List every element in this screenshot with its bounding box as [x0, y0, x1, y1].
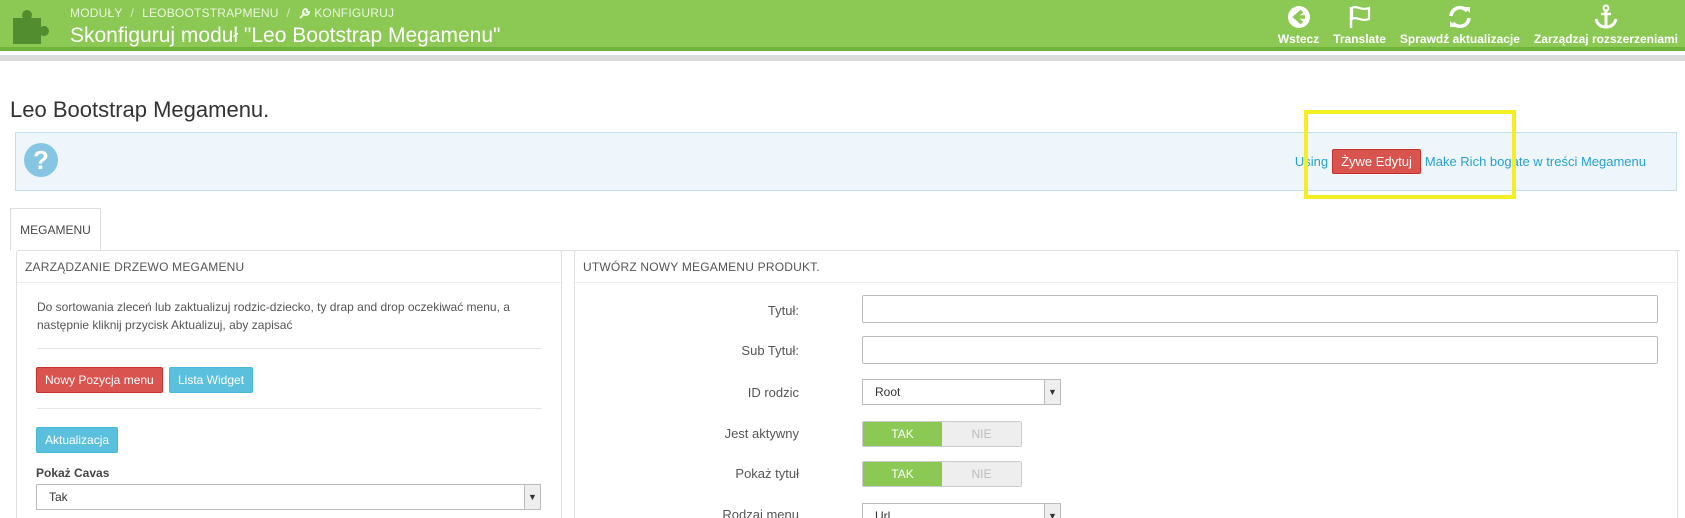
translate-button[interactable]: Translate: [1326, 4, 1393, 48]
active-label: Jest aktywny: [724, 426, 799, 441]
question-icon: ?: [24, 143, 58, 177]
toggle-no[interactable]: NIE: [942, 422, 1021, 446]
show-canvas-select[interactable]: Tak ▼: [36, 484, 541, 510]
back-arrow-icon: [1287, 6, 1310, 28]
breadcrumb-separator: /: [130, 6, 135, 20]
show-canvas-label: Pokaż Cavas: [36, 466, 110, 480]
panel-title: UTWÓRZ NOWY MEGAMENU PRODUKT.: [575, 251, 1677, 283]
module-heading: Leo Bootstrap Megamenu.: [10, 97, 270, 122]
puzzle-icon: [13, 10, 49, 44]
toolbar: Wstecz Translate Sprawdź aktualizacje Za…: [1271, 4, 1685, 48]
update-button[interactable]: Aktualizacja: [36, 427, 119, 453]
highlight-box: [1304, 110, 1516, 199]
back-button[interactable]: Wstecz: [1271, 4, 1326, 48]
page-header: MODUŁY / LEOBOOTSTRAPMENU / KONFIGURUJ S…: [0, 0, 1685, 51]
chevron-down-icon: ▼: [1044, 504, 1060, 518]
manage-extensions-button[interactable]: Zarządzaj rozszerzeniami: [1527, 4, 1685, 48]
divider: [37, 348, 542, 349]
menu-type-label: Rodzaj menu: [722, 507, 799, 518]
parent-id-label: ID rodzic: [747, 385, 799, 400]
megamenu-tree-panel: ZARZĄDZANIE DRZEWO MEGAMENU Do sortowani…: [16, 250, 562, 518]
panel-title: ZARZĄDZANIE DRZEWO MEGAMENU: [17, 251, 561, 283]
parent-id-select[interactable]: Root ▼: [862, 379, 1061, 405]
breadcrumb-configure[interactable]: KONFIGURUJ: [298, 6, 394, 20]
menu-type-select[interactable]: Url ▼: [862, 503, 1061, 518]
toggle-yes[interactable]: TAK: [863, 422, 942, 446]
chevron-down-icon: ▼: [1044, 380, 1060, 404]
flag-icon: [1349, 6, 1370, 28]
show-title-toggle[interactable]: TAK NIE: [862, 461, 1022, 487]
title-label: Tytuł:: [767, 303, 799, 318]
panel-description: Do sortowania zleceń lub zaktualizuj rod…: [37, 300, 510, 332]
chevron-down-icon: ▼: [524, 485, 540, 509]
page-title: Skonfiguruj moduł "Leo Bootstrap Megamen…: [70, 24, 501, 47]
subtitle-label: Sub Tytuł:: [741, 343, 799, 358]
create-megamenu-panel: UTWÓRZ NOWY MEGAMENU PRODUKT. Tytuł: Sub…: [574, 250, 1678, 518]
check-updates-button[interactable]: Sprawdź aktualizacje: [1393, 4, 1527, 48]
breadcrumb-module[interactable]: LEOBOOTSTRAPMENU: [142, 6, 279, 20]
wrench-icon: [299, 7, 311, 19]
refresh-icon: [1449, 5, 1471, 29]
widget-list-button[interactable]: Lista Widget: [169, 367, 254, 393]
anchor-icon: [1594, 4, 1618, 29]
title-input[interactable]: [862, 295, 1658, 323]
subtitle-input[interactable]: [862, 336, 1658, 364]
breadcrumb: MODUŁY / LEOBOOTSTRAPMENU / KONFIGURUJ: [70, 6, 394, 20]
tab-megamenu[interactable]: MEGAMENU: [10, 208, 101, 251]
breadcrumb-separator: /: [286, 6, 291, 20]
breadcrumb-modules[interactable]: MODUŁY: [70, 6, 123, 20]
toggle-no[interactable]: NIE: [942, 462, 1021, 486]
divider: [37, 408, 542, 409]
toggle-yes[interactable]: TAK: [863, 462, 942, 486]
active-toggle[interactable]: TAK NIE: [862, 421, 1022, 447]
new-menu-item-button[interactable]: Nowy Pozycja menu: [36, 367, 163, 393]
show-title-label: Pokaż tytuł: [735, 466, 799, 481]
header-divider: [0, 55, 1685, 61]
